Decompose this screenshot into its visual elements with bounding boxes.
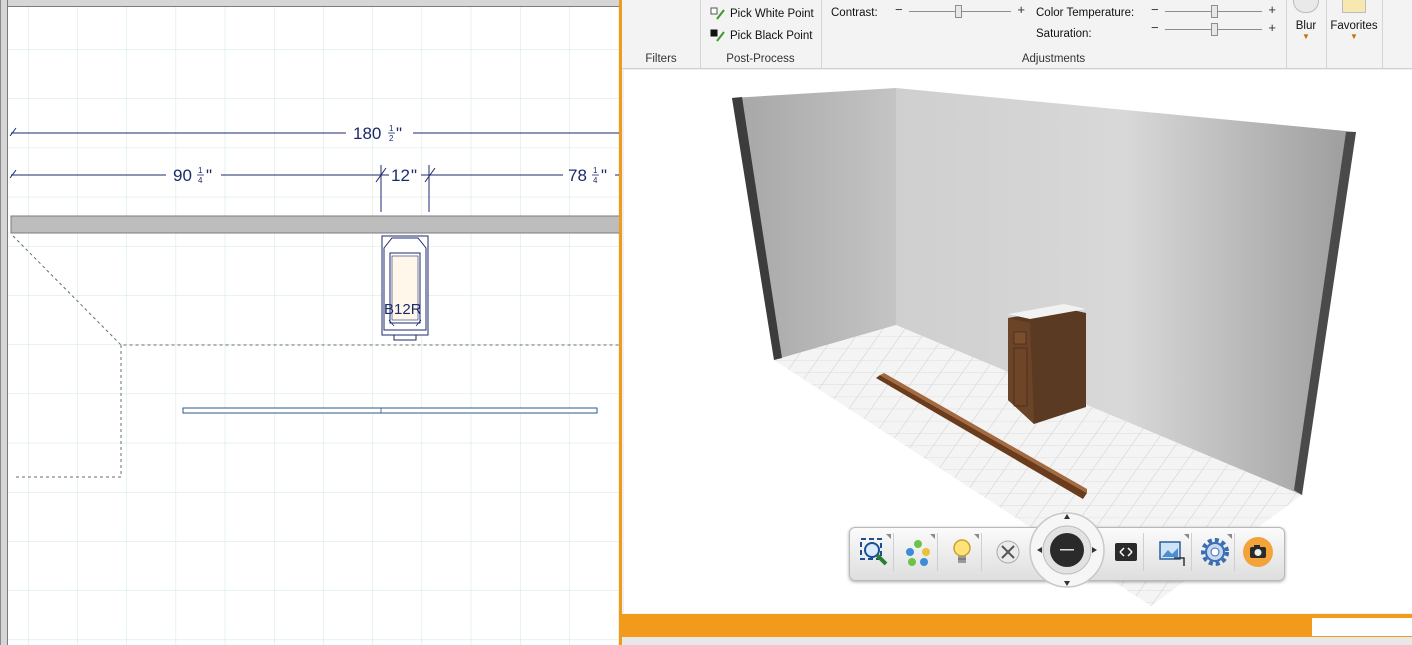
dim-overall-unit: " xyxy=(396,124,402,143)
fit-window-icon xyxy=(1115,543,1137,561)
blur-label: Blur xyxy=(1295,20,1317,32)
eyedropper-white-icon xyxy=(710,7,726,21)
status-bar xyxy=(622,614,1412,637)
post-process-label: Post-Process xyxy=(726,53,795,65)
ribbon-toolbar: Filters Pick White Point Pick Black Poin… xyxy=(622,0,1412,69)
saturation-thumb[interactable] xyxy=(1211,23,1218,36)
dim-right-num: 1 xyxy=(593,166,598,175)
dim-middle-whole: 12 xyxy=(391,166,410,185)
3d-view-window[interactable]: Filters Pick White Point Pick Black Poin… xyxy=(619,0,1412,645)
filters-group: Filters xyxy=(622,0,701,68)
saturation-increase[interactable]: + xyxy=(1268,20,1276,35)
base-cabinet-b12r[interactable]: B12R xyxy=(381,235,429,341)
pick-black-point-button[interactable]: Pick Black Point xyxy=(710,29,812,43)
contrast-increase[interactable]: + xyxy=(1017,2,1025,17)
pick-white-point-label: Pick White Point xyxy=(730,8,814,20)
cabinet-label: B12R xyxy=(384,301,422,318)
saturation-decrease[interactable]: − xyxy=(1151,20,1159,35)
plan-grid xyxy=(1,0,621,645)
cabinet-3d xyxy=(1008,304,1086,424)
close-cross-button[interactable] xyxy=(989,533,1025,571)
dim-left-unit: " xyxy=(206,166,212,185)
pick-black-point-label: Pick Black Point xyxy=(730,30,813,42)
contrast-thumb[interactable] xyxy=(955,5,962,18)
favorites-icon xyxy=(1342,0,1366,13)
color-temperature-increase[interactable]: + xyxy=(1268,2,1276,17)
dim-overall-den: 2 xyxy=(389,134,394,143)
dim-overall-whole: 180 xyxy=(353,124,381,143)
filters-label[interactable]: Filters xyxy=(622,53,700,65)
contrast-slider[interactable]: − + xyxy=(895,2,1025,18)
material-colors-icon xyxy=(906,540,930,566)
color-temperature-thumb[interactable] xyxy=(1211,5,1218,18)
picture-export-icon xyxy=(1159,541,1185,566)
lighting-button[interactable] xyxy=(943,533,982,571)
favorites-dropdown-icon: ▼ xyxy=(1350,32,1358,41)
wall[interactable] xyxy=(10,215,621,234)
plan-frame-left xyxy=(1,0,8,645)
lighting-icon xyxy=(953,539,971,563)
blur-group: Blur ▼ xyxy=(1286,0,1327,68)
saturation-label: Saturation: xyxy=(1036,28,1092,40)
camera-snapshot-button[interactable] xyxy=(1239,533,1277,571)
post-process-group: Pick White Point Pick Black Point Post-P… xyxy=(700,0,822,68)
fit-window-button[interactable] xyxy=(1107,533,1144,571)
floor-plan-view[interactable]: 180 1 2 " 90 1 4 " 12 " 78 1 4 " B12R xyxy=(0,0,621,645)
dim-left-whole: 90 xyxy=(173,166,192,185)
materials-button[interactable] xyxy=(899,533,938,571)
plan-frame-top xyxy=(1,0,621,7)
plan-canvas[interactable]: 180 1 2 " 90 1 4 " 12 " 78 1 4 " B12R xyxy=(1,0,621,645)
dim-overall-num: 1 xyxy=(389,124,394,133)
color-temperature-slider[interactable]: − + xyxy=(1151,2,1276,18)
eyedropper-black-icon xyxy=(710,29,726,43)
blur-dropdown-icon: ▼ xyxy=(1302,32,1310,41)
favorites-button[interactable]: Favorites ▼ xyxy=(1328,0,1380,41)
favorites-label: Favorites xyxy=(1330,20,1378,32)
adjustments-group: Contrast: − + Color Temperature: − + Sat… xyxy=(821,0,1287,68)
blur-icon xyxy=(1293,0,1319,13)
dim-right-whole: 78 xyxy=(568,166,587,185)
color-temperature-label: Color Temperature: xyxy=(1036,7,1135,19)
navigation-wheel[interactable] xyxy=(1029,502,1105,598)
camera-toolbar xyxy=(849,512,1285,588)
dim-middle-unit: " xyxy=(411,166,417,185)
status-field xyxy=(1312,618,1412,636)
bottom-strip xyxy=(622,637,1412,645)
picture-export-button[interactable] xyxy=(1153,533,1192,571)
dim-left-den: 4 xyxy=(198,176,203,185)
blur-button[interactable]: Blur ▼ xyxy=(1290,0,1322,41)
dim-right-den: 4 xyxy=(593,176,598,185)
zoom-extents-icon xyxy=(860,538,888,566)
settings-button[interactable] xyxy=(1196,533,1235,571)
pick-white-point-button[interactable]: Pick White Point xyxy=(710,7,814,21)
contrast-label: Contrast: xyxy=(831,7,878,19)
3d-render-viewport[interactable] xyxy=(624,70,1412,613)
dim-left-num: 1 xyxy=(198,166,203,175)
close-cross-icon xyxy=(996,540,1020,564)
camera-icon xyxy=(1243,537,1273,567)
gear-icon xyxy=(1201,538,1229,566)
contrast-decrease[interactable]: − xyxy=(895,2,903,17)
zoom-extents-button[interactable] xyxy=(855,533,894,571)
favorites-group: Favorites ▼ xyxy=(1326,0,1383,68)
color-temperature-decrease[interactable]: − xyxy=(1151,2,1159,17)
baseboard[interactable] xyxy=(182,407,598,414)
adjustments-label: Adjustments xyxy=(1021,53,1086,65)
saturation-slider[interactable]: − + xyxy=(1151,20,1276,36)
dim-right-unit: " xyxy=(601,166,607,185)
